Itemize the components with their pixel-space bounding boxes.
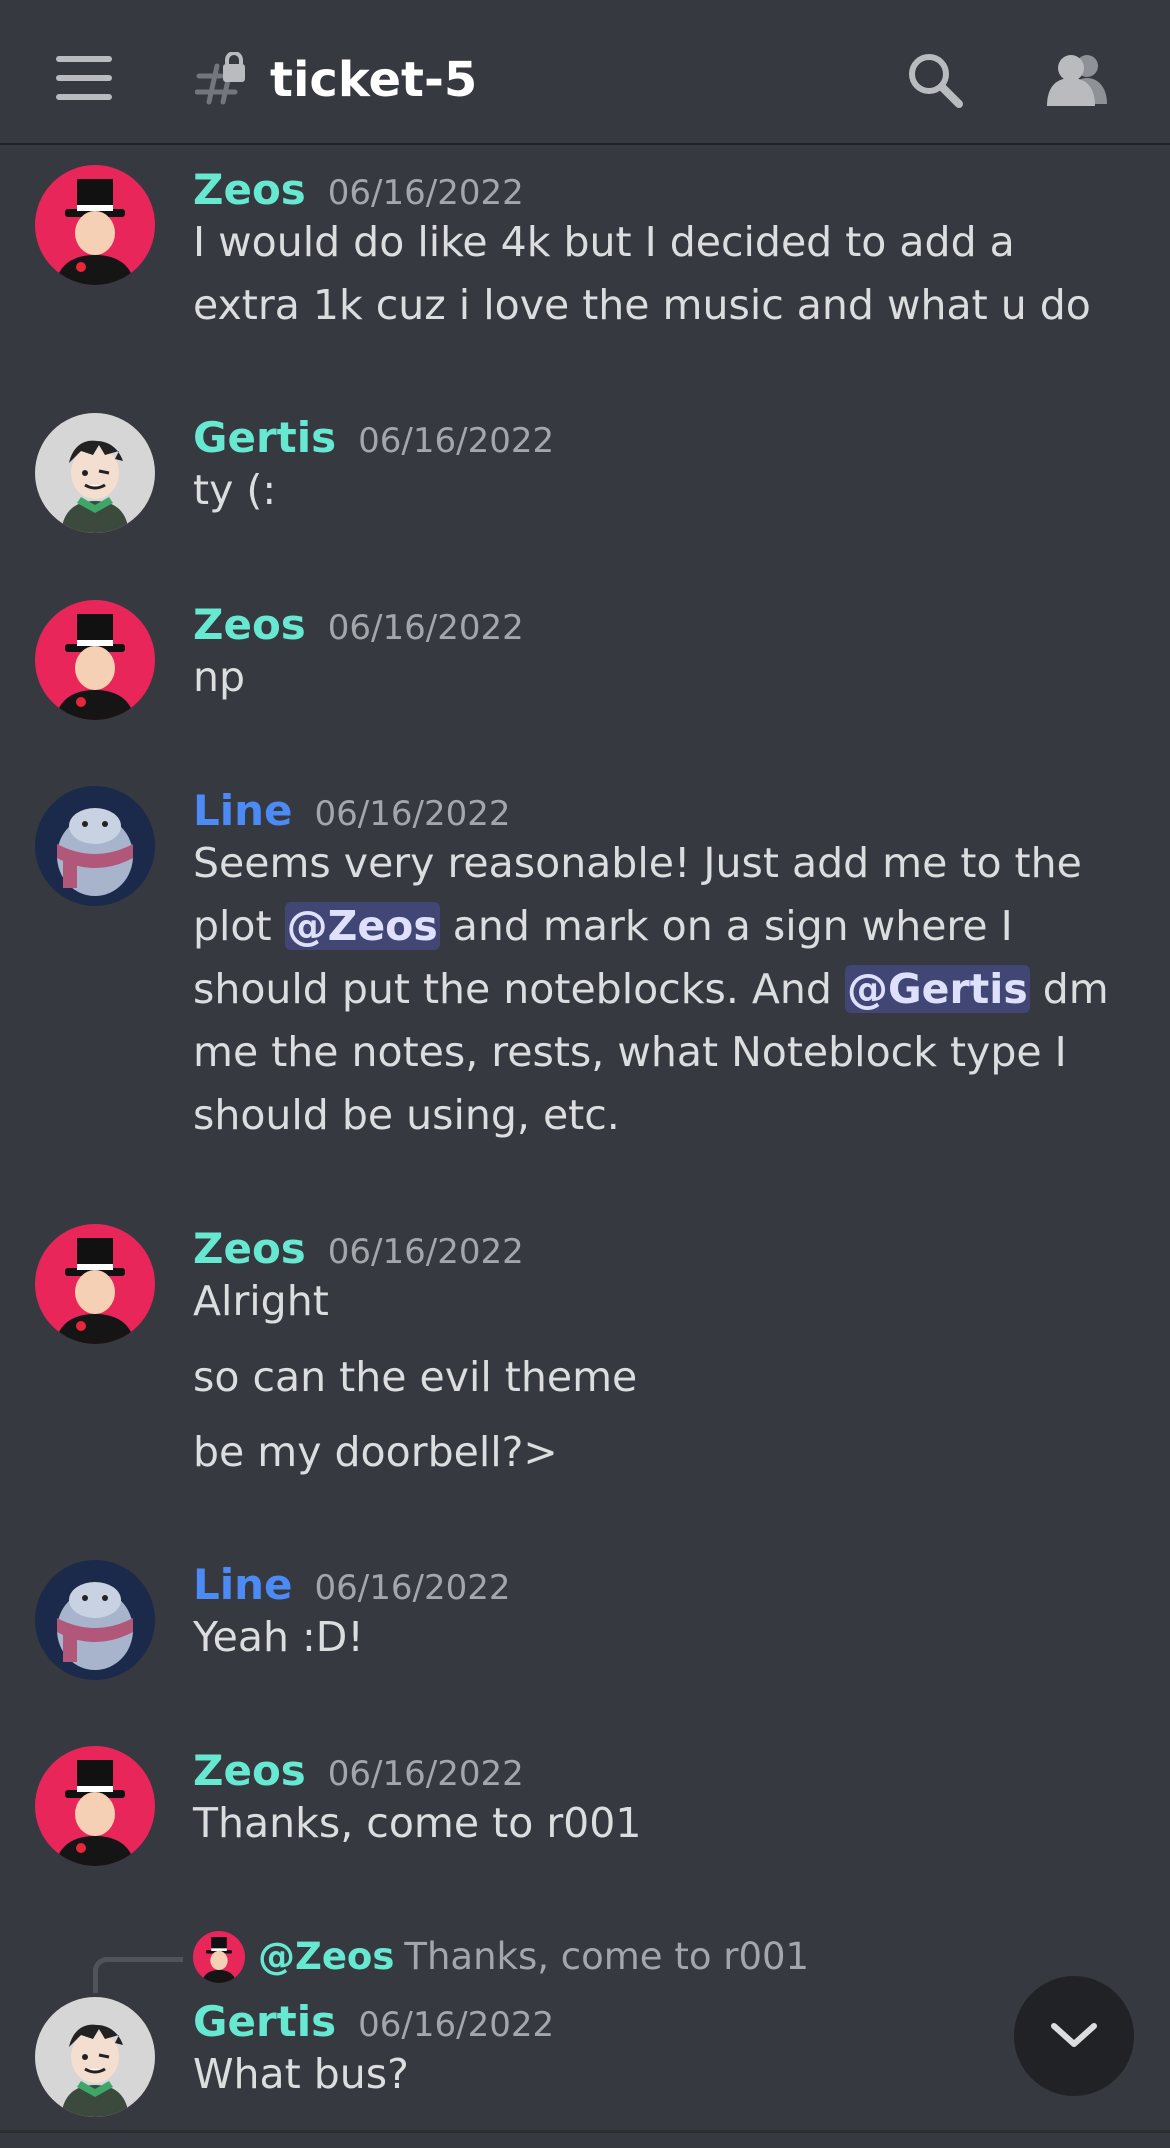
message-text: np [193,653,246,701]
members-icon[interactable] [1045,50,1111,110]
divider [0,2130,1170,2133]
reply-content: Thanks, come to r001 [404,1935,810,1978]
chevron-down-icon [1051,2023,1097,2047]
mention-zeos[interactable]: @Zeos [284,902,440,950]
timestamp: 06/16/2022 [327,173,524,213]
message-text: Alright [193,1277,329,1325]
timestamp: 06/16/2022 [358,421,555,461]
author-name[interactable]: Zeos [193,1746,306,1795]
mention-gertis[interactable]: @Gertis [844,965,1030,1013]
search-icon[interactable] [905,50,965,110]
reply-connector [93,1957,183,1993]
author-name[interactable]: Line [193,1560,293,1609]
timestamp: 06/16/2022 [314,1568,511,1608]
avatar-zeos[interactable] [35,1224,155,1344]
timestamp: 06/16/2022 [358,2005,555,2045]
avatar-line[interactable] [35,786,155,906]
locked-hash-icon [195,52,245,105]
author-name[interactable]: Zeos [193,600,306,649]
timestamp: 06/16/2022 [327,608,524,648]
avatar-zeos[interactable] [35,1746,155,1866]
message-text: Thanks, come to r001 [193,1799,642,1847]
timestamp: 06/16/2022 [327,1754,524,1794]
channel-header: ticket-5 [0,0,1170,145]
avatar-gertis[interactable] [35,1997,155,2117]
author-name[interactable]: Zeos [193,1224,306,1273]
author-name[interactable]: Zeos [193,165,306,214]
timestamp: 06/16/2022 [327,1232,524,1272]
avatar-zeos[interactable] [35,165,155,285]
message-text: I would do like 4k but I decided to add … [193,218,1091,329]
avatar-zeos[interactable] [35,600,155,720]
hamburger-menu-icon[interactable] [56,56,112,100]
message-text: be my doorbell?> [193,1428,558,1476]
message-text: so can the evil theme [193,1353,638,1401]
channel-name: ticket-5 [270,52,478,108]
message-text: ty (: [193,466,277,514]
jump-to-present-button[interactable] [1014,1976,1134,2096]
timestamp: 06/16/2022 [314,794,511,834]
author-name[interactable]: Gertis [193,413,336,462]
reply-avatar-zeos[interactable] [193,1931,245,1983]
reply-preview[interactable]: @Zeos Thanks, come to r001 [258,1931,809,1983]
author-name[interactable]: Gertis [193,1997,336,2046]
avatar-line[interactable] [35,1560,155,1680]
message-list: Zeos 06/16/2022 I would do like 4k but I … [0,145,1170,2148]
avatar-gertis[interactable] [35,413,155,533]
author-name[interactable]: Line [193,786,293,835]
message-text: Yeah :D! [193,1613,364,1661]
message-text: What bus? [193,2050,409,2098]
reply-author: @Zeos [258,1935,395,1978]
message-text: Seems very reasonable! Just add me to th… [193,832,1133,1147]
